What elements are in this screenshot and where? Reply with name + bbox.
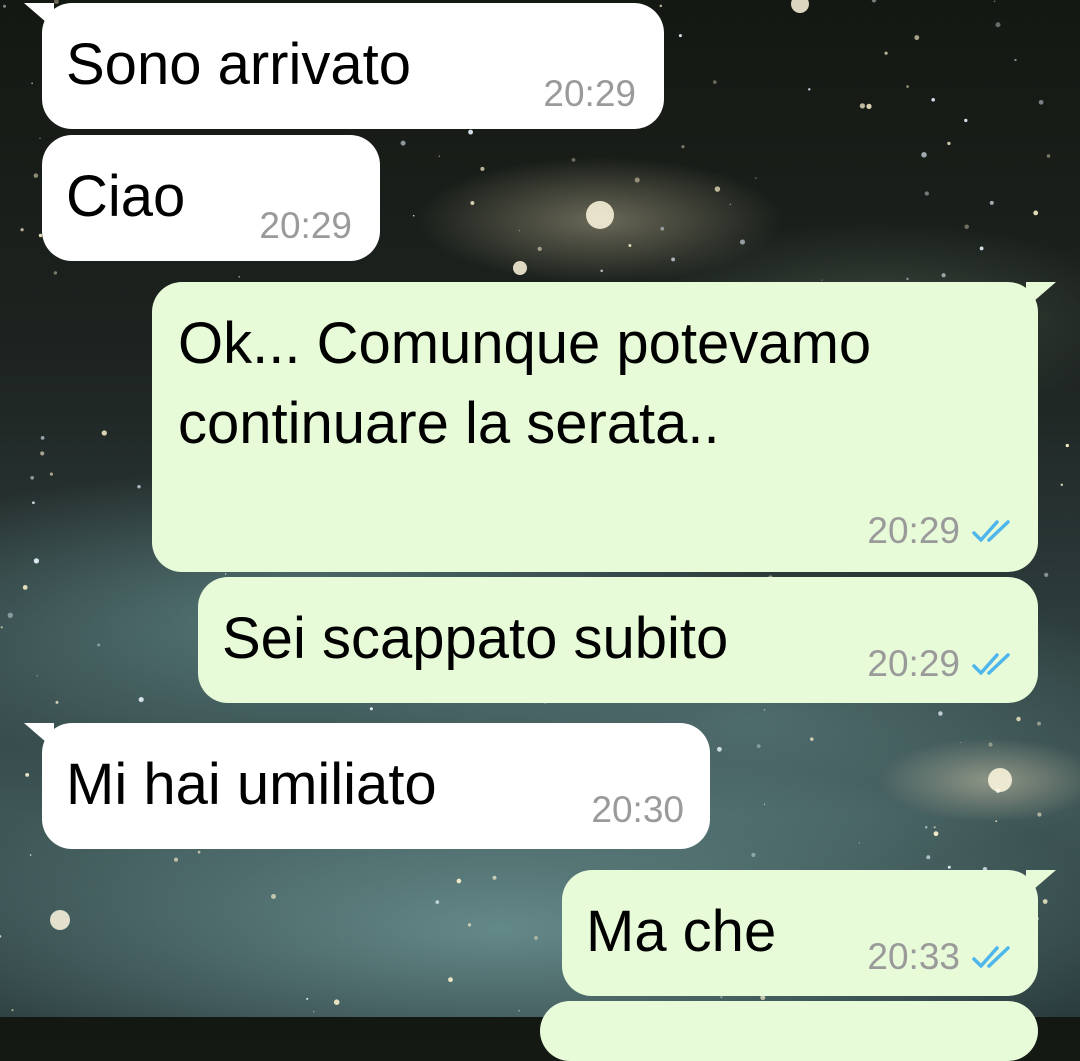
message-time: 20:29: [867, 510, 960, 551]
message-meta: 20:30: [591, 789, 684, 831]
message-text: Ok... Comunque potevamo: [178, 311, 872, 376]
bubble-tail: [24, 723, 54, 749]
message-text: Ciao: [66, 164, 186, 229]
bubble-tail: [1026, 282, 1056, 308]
message-bubble-outgoing[interactable]: Ma che 20:33: [562, 870, 1056, 996]
message-time: 20:29: [543, 73, 636, 114]
message-time: 20:29: [259, 205, 352, 246]
double-check-icon: [972, 520, 1010, 542]
message-meta: 20:29: [543, 73, 636, 115]
message-time: 20:30: [591, 789, 684, 830]
message-text: Ma che: [586, 899, 777, 964]
message-bubble-outgoing[interactable]: Ok... Comunque potevamo continuare la se…: [152, 282, 1056, 572]
message-text: Sei scappato subito: [222, 606, 729, 671]
double-check-icon: [972, 946, 1010, 968]
message-text: Mi hai umiliato: [66, 752, 437, 817]
message-text: Sono arrivato: [66, 32, 411, 97]
bubble-tail: [24, 3, 54, 29]
message-bubble-incoming[interactable]: Ciao 20:29: [42, 135, 380, 261]
message-meta: 20:33: [867, 936, 1014, 978]
message-meta: 20:29: [867, 643, 1014, 685]
message-meta: 20:29: [259, 205, 352, 247]
message-time: 20:29: [867, 643, 960, 684]
double-check-icon: [972, 653, 1010, 675]
message-bubble-incoming[interactable]: Mi hai umiliato 20:30: [24, 723, 710, 849]
message-time: 20:33: [867, 936, 960, 977]
message-bubble-outgoing-partial[interactable]: [540, 1001, 1038, 1061]
message-meta: 20:29: [867, 510, 1014, 552]
bubble-tail: [1026, 870, 1056, 896]
message-text: continuare la serata..: [178, 391, 720, 456]
message-bubble-outgoing[interactable]: Sei scappato subito 20:29: [198, 577, 1038, 703]
message-bubble-incoming[interactable]: Sono arrivato 20:29: [24, 3, 664, 129]
